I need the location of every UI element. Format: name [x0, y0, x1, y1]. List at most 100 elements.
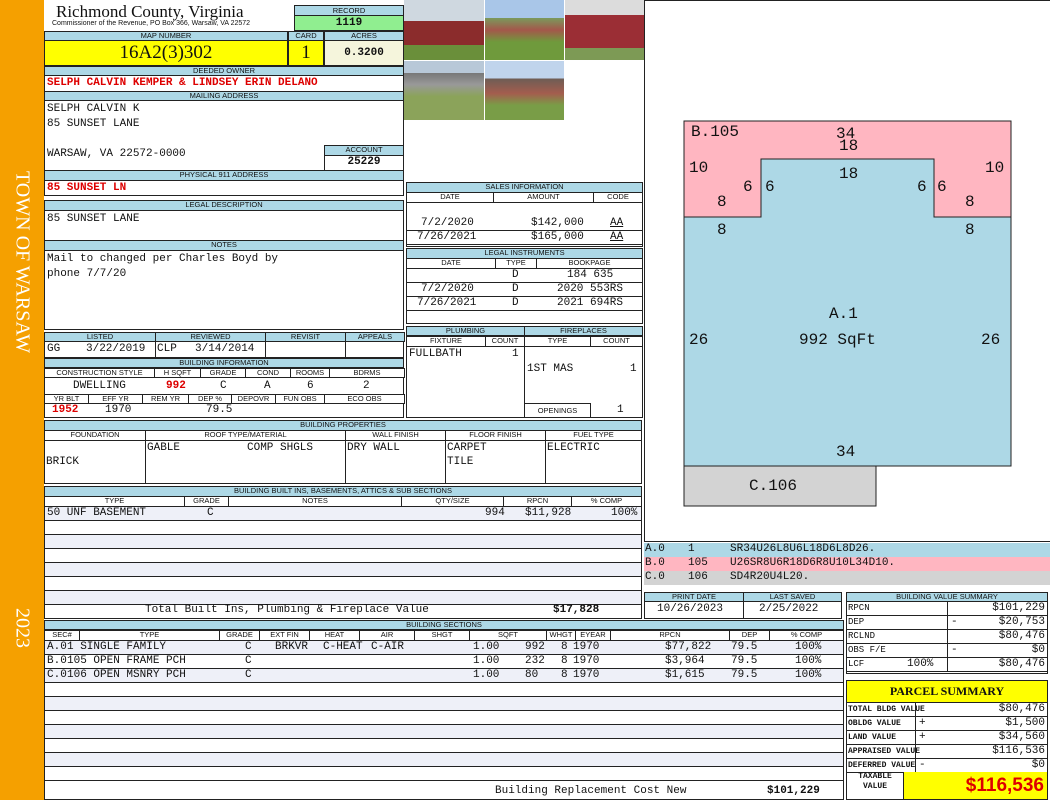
wall-finish: DRY WALL: [347, 442, 400, 454]
parcel-summary-row: OBLDG VALUE + $1,500: [847, 717, 1047, 731]
col-header: CODE: [593, 192, 643, 203]
builtin-grade: C: [207, 507, 214, 519]
summary-value: $0: [1031, 759, 1045, 771]
col-header: TYPE: [495, 258, 537, 269]
col-header: DATE: [406, 192, 494, 203]
lcf-percent: 100%: [907, 658, 934, 670]
taxable-value: $116,536: [903, 772, 1047, 799]
builtin-comp: 100%: [611, 507, 638, 519]
plumbing-label: PLUMBING: [406, 326, 525, 336]
property-photo[interactable]: [404, 61, 484, 120]
plumbing-count: 1: [512, 348, 519, 360]
sale-amount: $142,000: [531, 217, 584, 229]
property-photo[interactable]: [404, 0, 484, 60]
summary-sign: +: [919, 731, 926, 743]
section-rpcn: $77,822: [665, 641, 712, 653]
building-info-label: BUILDING INFORMATION: [44, 358, 404, 368]
summary-label: RPCN: [848, 603, 870, 613]
section-eyear: 1970: [573, 669, 600, 681]
parcel-summary: PARCEL SUMMARY TOTAL BLDG VALUE $80,476 OB…: [846, 680, 1048, 800]
built-ins-table: BUILDING BUILT INS, BASEMENTS, ATTICS & …: [44, 486, 642, 619]
section-sqft: 80: [525, 669, 539, 681]
summary-label: APPRAISED VALUE: [848, 747, 921, 756]
plumbing: PLUMBING FIXTURE COUNT FULLBATH 1: [406, 326, 525, 418]
summary-value: $116,536: [992, 745, 1045, 757]
value-summary-row: DEP - $20,753: [847, 616, 1047, 630]
map-number: 16A2(3)302: [44, 40, 288, 66]
county-subtitle: Commissioner of the Revenue, PO Box 366,…: [52, 20, 251, 27]
section-grade: C: [245, 669, 252, 681]
vector-code: 1: [688, 543, 695, 555]
section-shgt: 1.00: [473, 655, 500, 667]
section-rpcn: $1,615: [665, 669, 705, 681]
sale-amount: $165,000: [531, 231, 584, 243]
col-header: TYPE: [524, 336, 591, 347]
property-photo[interactable]: [565, 0, 644, 60]
col-header: BOOKPAGE: [536, 258, 643, 269]
instrument-type: D: [512, 283, 519, 295]
col-header: GRADE: [219, 630, 260, 641]
note-line: Mail to changed per Charles Boyd by: [47, 253, 279, 265]
sketch-vector-row[interactable]: B.0 105 U26SR8U6R18D6R8U10L34D10.: [644, 557, 1050, 571]
replacement-cost-label: Building Replacement Cost New: [495, 785, 687, 797]
reviewed-by: CLP: [157, 343, 177, 355]
sketch-dim-bottom: 34: [836, 443, 856, 461]
parcel-summary-row: DEFERRED VALUE - $0: [847, 759, 1047, 773]
col-header: ECO OBS: [324, 394, 405, 404]
col-header: DATE: [406, 258, 496, 269]
sketch-a-label: A.1: [829, 305, 858, 323]
property-photo[interactable]: [485, 0, 564, 60]
col-header: REVIEWED: [155, 332, 266, 342]
col-header: TYPE: [44, 496, 185, 507]
section-whgt: 8: [561, 669, 568, 681]
sale-code: AA: [610, 231, 624, 243]
col-header: FIXTURE: [406, 336, 486, 347]
foundation: BRICK: [46, 456, 80, 468]
fireplaces-label: FIREPLACES: [524, 326, 643, 336]
depreciation: 79.5: [206, 404, 233, 416]
sketch-dim-step: 6: [937, 178, 947, 196]
construction-style: DWELLING: [73, 380, 126, 392]
sale-date: 7/26/2021: [417, 231, 477, 243]
section-grade: C: [245, 655, 252, 667]
section-sec: A.0: [47, 641, 67, 653]
property-photo[interactable]: [485, 61, 564, 120]
year-label: 2023: [11, 608, 34, 648]
notes-box: Mail to changed per Charles Boyd by phon…: [44, 250, 404, 330]
sketch-vector-row[interactable]: C.0 106 SD4R20U4L20.: [644, 571, 1050, 585]
section-type: 105 OPEN FRAME PCH: [67, 655, 186, 667]
col-header: RPCN: [503, 496, 572, 507]
heated-sqft: 992: [166, 380, 186, 392]
col-header: REVISIT: [265, 332, 346, 342]
section-shgt: 1.00: [473, 669, 500, 681]
sketch-dim-b-right: 10: [985, 159, 1005, 177]
plumbing-fixture: FULLBATH: [409, 348, 462, 360]
building-sketch[interactable]: B.105 34 18 18 10 10 6 6 6 6 8 8 8 8 A.1 992 SqFt 26 26 34…: [644, 0, 1050, 542]
instrument-date: 7/26/2021: [417, 297, 477, 309]
summary-label: LCF: [848, 659, 865, 669]
summary-value: $1,500: [1005, 717, 1045, 729]
sketch-vector-row[interactable]: A.0 1 SR34U26L8U6L18D6L8D26.: [644, 543, 1050, 557]
section-grade: C: [245, 641, 252, 653]
value-summary-row: RPCN $101,229: [847, 602, 1047, 616]
section-dep: 79.5: [731, 669, 758, 681]
fireplace-type: 1ST MAS: [527, 363, 574, 375]
col-header: EXT FIN: [259, 630, 310, 641]
col-header: RPCN: [610, 630, 730, 641]
col-header: EFF YR: [88, 394, 143, 404]
col-header: COUNT: [485, 336, 525, 347]
bedrooms: 2: [363, 380, 370, 392]
parcel-summary-row: LAND VALUE + $34,560: [847, 731, 1047, 745]
section-rpcn: $3,964: [665, 655, 705, 667]
sketch-dim-a-left: 26: [689, 331, 709, 349]
col-header: SQFT: [469, 630, 547, 641]
value-summary-row: RCLND $80,476: [847, 630, 1047, 644]
sketch-dim-a-right: 26: [981, 331, 1001, 349]
sketch-dim-step: 6: [917, 178, 927, 196]
table-row: 50 UNF BASEMENT C 994 $11,928 100%: [45, 507, 641, 521]
instrument-bookpage: 2021 694RS: [557, 297, 624, 309]
summary-label: LAND VALUE: [848, 733, 897, 742]
grade: C: [220, 380, 227, 392]
col-header: HEAT: [309, 630, 360, 641]
replacement-cost: $101,229: [767, 785, 820, 797]
